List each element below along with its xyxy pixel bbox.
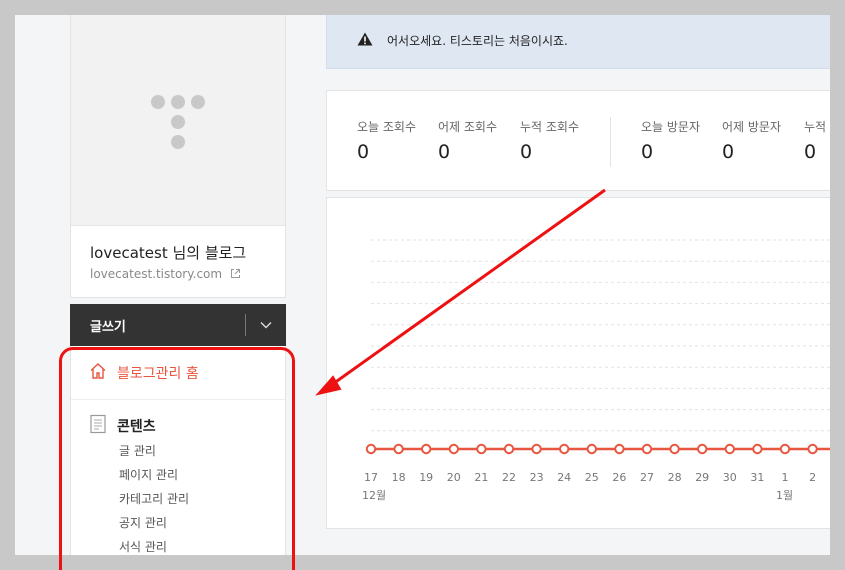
- stat-label: 어제 방문자: [722, 120, 782, 134]
- stat-today-visitors: 오늘 방문자 0: [641, 118, 700, 163]
- x-tick-label: 2: [809, 471, 816, 484]
- warning-icon: [357, 32, 373, 49]
- data-point: [641, 443, 653, 455]
- blog-url[interactable]: lovecatest.tistory.com: [90, 267, 222, 281]
- x-tick-label: 23: [530, 471, 544, 484]
- stat-label: 어제 조회수: [438, 120, 498, 134]
- x-tick-label: 18: [392, 471, 406, 484]
- stat-label: 오늘 조회수: [357, 120, 417, 134]
- stats-divider: [610, 117, 611, 167]
- x-tick-label: 27: [640, 471, 654, 484]
- stat-value: 0: [357, 141, 370, 163]
- external-link-icon[interactable]: [230, 268, 241, 282]
- stat-yesterday-views: 어제 조회수 0: [438, 118, 497, 163]
- tistory-dots-logo: [71, 13, 285, 226]
- stat-value: 0: [520, 141, 533, 163]
- data-point: [752, 443, 763, 455]
- highlight-box: [59, 347, 295, 570]
- stat-value: 0: [641, 141, 654, 163]
- month-label: 1월: [776, 489, 793, 502]
- x-tick-label: 25: [585, 471, 599, 484]
- blog-name[interactable]: lovecatest 님의 블로그: [90, 242, 246, 263]
- x-tick-label: 20: [447, 471, 461, 484]
- data-point: [807, 443, 818, 455]
- stat-value: 0: [722, 141, 735, 163]
- profile-card: lovecatest 님의 블로그 lovecatest.tistory.com: [70, 12, 286, 298]
- stat-label: 오늘 방문자: [641, 120, 701, 134]
- x-tick-label: 22: [502, 471, 516, 484]
- x-tick-label: 17: [364, 471, 378, 484]
- overlay-top: [0, 0, 845, 15]
- stat-label: 누적 조회수: [520, 120, 580, 134]
- x-tick-label: 29: [695, 471, 709, 484]
- data-point: [421, 443, 432, 455]
- data-point: [669, 443, 680, 455]
- x-tick-label: 21: [474, 471, 488, 484]
- stat-yesterday-visitors: 어제 방문자 0: [722, 118, 781, 163]
- overlay-right: [830, 0, 845, 570]
- x-tick-label: 1: [782, 471, 789, 484]
- write-post-button[interactable]: 글쓰기: [70, 304, 286, 346]
- month-label: 12월: [362, 489, 386, 502]
- data-point: [476, 443, 487, 455]
- data-point: [531, 443, 542, 455]
- x-tick-label: 24: [557, 471, 571, 484]
- x-tick-label: 30: [723, 471, 737, 484]
- write-label[interactable]: 글쓰기: [70, 316, 245, 335]
- data-point: [586, 443, 597, 455]
- data-point: [393, 443, 404, 455]
- blog-url-link[interactable]: lovecatest.tistory.com: [90, 267, 241, 282]
- data-point: [724, 443, 735, 455]
- x-tick-label: 28: [668, 471, 682, 484]
- data-point: [503, 443, 515, 455]
- data-point: [697, 443, 708, 455]
- data-point: [365, 443, 377, 455]
- overlay-left: [0, 0, 15, 570]
- stats-panel: 오늘 조회수 0 어제 조회수 0 누적 조회수 0 오늘 방문자 0 어제 방…: [326, 90, 845, 191]
- data-point: [448, 443, 460, 455]
- data-point: [559, 443, 570, 455]
- x-tick-label: 19: [419, 471, 433, 484]
- notice-text: 어서오세요. 티스토리는 처음이시죠.: [387, 34, 568, 48]
- welcome-notice: 어서오세요. 티스토리는 처음이시죠.: [326, 12, 845, 69]
- chevron-down-icon[interactable]: [246, 304, 286, 346]
- x-tick-label: 26: [612, 471, 626, 484]
- stat-total-views: 누적 조회수 0: [520, 118, 579, 163]
- x-tick-label: 31: [750, 471, 764, 484]
- data-point: [779, 443, 791, 455]
- data-point: [614, 443, 625, 455]
- stat-today-views: 오늘 조회수 0: [357, 118, 416, 163]
- stat-value: 0: [438, 141, 451, 163]
- visitor-chart: 17181920212223242526272829303112312월1월: [326, 197, 845, 529]
- chart-svg: 17181920212223242526272829303112312월1월: [362, 239, 845, 502]
